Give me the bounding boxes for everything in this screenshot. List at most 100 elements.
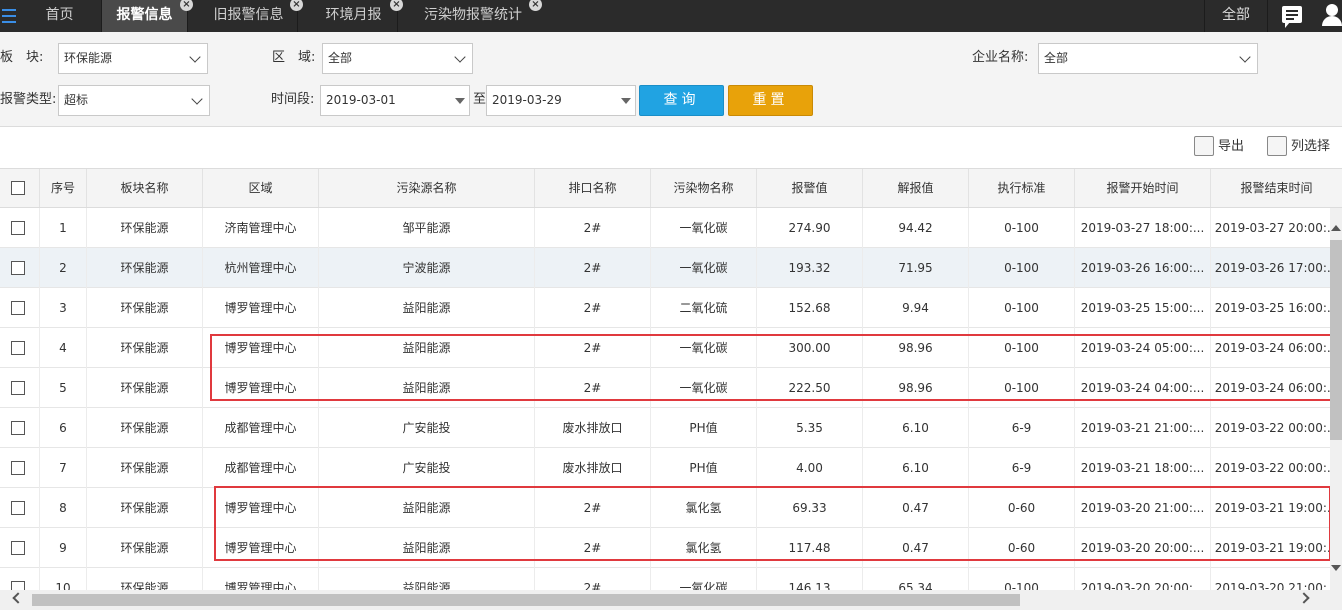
- column-header[interactable]: 板块名称: [87, 169, 203, 207]
- query-button[interactable]: 查询: [639, 85, 724, 116]
- table-cell: 0-60: [969, 528, 1075, 568]
- table-cell: 废水排放口: [535, 448, 651, 488]
- date-to-input[interactable]: 2019-03-29: [486, 85, 636, 116]
- row-checkbox[interactable]: [11, 541, 25, 555]
- filter-panel: 板 块: 环保能源 区 域: 全部 企业名称: 全部 报警类型: 超标 时间段:…: [0, 32, 1342, 127]
- sector-value: 环保能源: [64, 51, 113, 65]
- table-cell: 2#: [535, 528, 651, 568]
- tab-label: 旧报警信息: [213, 7, 284, 23]
- sector-select[interactable]: 环保能源: [58, 43, 208, 74]
- table-row[interactable]: 7 环保能源 成都管理中心 广安能投 废水排放口 PH值 4.00 6.10 6-9 2019-0…: [0, 448, 1338, 488]
- export-label: 导出: [1218, 139, 1245, 154]
- table-cell: 2#: [535, 488, 651, 528]
- table-cell: 0-100: [969, 288, 1075, 328]
- column-header[interactable]: 序号: [40, 169, 87, 207]
- table-row[interactable]: 5 环保能源 博罗管理中心 益阳能源 2# 一氧化碳 222.50 98.96 0-100 201…: [0, 368, 1338, 408]
- column-header[interactable]: 报警结束时间: [1211, 169, 1342, 207]
- table-cell: 2#: [535, 208, 651, 248]
- tab-pollutant-alarm-stats[interactable]: 污染物报警统计 ×: [410, 0, 542, 32]
- tab-alarm-info[interactable]: 报警信息 ×: [102, 0, 193, 32]
- tab-env-monthly[interactable]: 环境月报 ×: [310, 0, 403, 32]
- table-cell: 益阳能源: [319, 288, 535, 328]
- user-icon[interactable]: [1322, 4, 1342, 26]
- row-checkbox[interactable]: [11, 341, 25, 355]
- close-icon[interactable]: ×: [180, 0, 193, 11]
- table-cell: 2019-03-27 20:00:...: [1214, 221, 1339, 235]
- scroll-up-icon[interactable]: [1331, 225, 1341, 231]
- table-cell: 3: [40, 288, 87, 328]
- column-header[interactable]: 污染物名称: [651, 169, 757, 207]
- row-checkbox[interactable]: [11, 421, 25, 435]
- dropdown-arrow-icon[interactable]: [621, 98, 631, 104]
- table-cell: 222.50: [757, 368, 863, 408]
- table-cell: 益阳能源: [319, 328, 535, 368]
- table-cell: 博罗管理中心: [203, 488, 319, 528]
- horizontal-scroll-thumb[interactable]: [32, 594, 1020, 606]
- column-header[interactable]: 排口名称: [535, 169, 651, 207]
- column-header[interactable]: 报警值: [757, 169, 863, 207]
- table-cell: 2019-03-21 18:00:...: [1075, 448, 1211, 488]
- tab-label: 报警信息: [116, 7, 173, 23]
- tab-home[interactable]: 首页: [18, 0, 102, 32]
- company-select[interactable]: 全部: [1038, 43, 1258, 74]
- tab-old-alarm-info[interactable]: 旧报警信息 ×: [200, 0, 303, 32]
- table-cell: 益阳能源: [319, 528, 535, 568]
- table-cell: 2019-03-20 20:00:...: [1075, 528, 1211, 568]
- row-checkbox[interactable]: [11, 461, 25, 475]
- close-icon[interactable]: ×: [390, 0, 403, 11]
- scope-selector[interactable]: 全部: [1204, 0, 1268, 32]
- table-row[interactable]: 6 环保能源 成都管理中心 广安能投 废水排放口 PH值 5.35 6.10 6-9 2019-0…: [0, 408, 1338, 448]
- row-checkbox[interactable]: [11, 501, 25, 515]
- export-button[interactable]: 导出: [1194, 136, 1250, 158]
- row-select-cell: [0, 288, 40, 328]
- table-row[interactable]: 8 环保能源 博罗管理中心 益阳能源 2# 氯化氢 69.33 0.47 0-60 2019-03…: [0, 488, 1338, 528]
- column-header[interactable]: 解报值: [863, 169, 969, 207]
- vertical-scroll-thumb[interactable]: [1330, 240, 1342, 440]
- close-icon[interactable]: ×: [290, 0, 303, 11]
- table-cell: 2019-03-20 21:00:...: [1075, 488, 1211, 528]
- table-cell: 4.00: [757, 448, 863, 488]
- scroll-down-icon[interactable]: [1331, 565, 1341, 571]
- region-select[interactable]: 全部: [322, 43, 473, 74]
- table-cell: 193.32: [757, 248, 863, 288]
- table-row[interactable]: 3 环保能源 博罗管理中心 益阳能源 2# 二氧化硫 152.68 9.94 0-100 2019…: [0, 288, 1338, 328]
- menu-icon[interactable]: [0, 0, 18, 32]
- reset-button[interactable]: 重置: [728, 85, 813, 116]
- table-cell: 2#: [535, 288, 651, 328]
- table-cell: 宁波能源: [319, 248, 535, 288]
- period-label: 时间段:: [271, 92, 315, 107]
- table-cell: 2019-03-26 17:00:...: [1214, 261, 1339, 275]
- table-cell: 杭州管理中心: [203, 248, 319, 288]
- table-row[interactable]: 1 环保能源 济南管理中心 邹平能源 2# 一氧化碳 274.90 94.42 0-100 201…: [0, 208, 1338, 248]
- region-value: 全部: [328, 51, 353, 65]
- table-row[interactable]: 2 环保能源 杭州管理中心 宁波能源 2# 一氧化碳 193.32 71.95 0-100 201…: [0, 248, 1338, 288]
- table-cell: 6.10: [863, 408, 969, 448]
- column-header[interactable]: 报警开始时间: [1075, 169, 1211, 207]
- column-select-button[interactable]: 列选择: [1267, 136, 1333, 158]
- row-checkbox[interactable]: [11, 221, 25, 235]
- row-checkbox[interactable]: [11, 381, 25, 395]
- table-row[interactable]: 9 环保能源 博罗管理中心 益阳能源 2# 氯化氢 117.48 0.47 0-60 2019-0…: [0, 528, 1338, 568]
- close-icon[interactable]: ×: [529, 0, 542, 11]
- row-select-cell: [0, 488, 40, 528]
- column-header[interactable]: 区域: [203, 169, 319, 207]
- table-cell: 废水排放口: [535, 408, 651, 448]
- alarm-type-select[interactable]: 超标: [58, 85, 210, 116]
- date-from-input[interactable]: 2019-03-01: [320, 85, 470, 116]
- dropdown-arrow-icon[interactable]: [455, 98, 465, 104]
- row-checkbox[interactable]: [11, 301, 25, 315]
- message-icon[interactable]: [1282, 6, 1302, 28]
- date-to-value: 2019-03-29: [492, 93, 562, 107]
- sector-label: 板 块:: [0, 50, 44, 65]
- column-header[interactable]: 执行标准: [969, 169, 1075, 207]
- table-cell: 0.47: [863, 528, 969, 568]
- table-row[interactable]: 4 环保能源 博罗管理中心 益阳能源 2# 一氧化碳 300.00 98.96 0-100 201…: [0, 328, 1338, 368]
- row-checkbox[interactable]: [11, 261, 25, 275]
- table-cell: 一氧化碳: [651, 328, 757, 368]
- select-all-checkbox[interactable]: [11, 181, 25, 195]
- column-header[interactable]: 污染源名称: [319, 169, 535, 207]
- table-cell: 2#: [535, 248, 651, 288]
- row-select-cell: [0, 408, 40, 448]
- table-cell: 成都管理中心: [203, 448, 319, 488]
- table-cell: 环保能源: [87, 528, 203, 568]
